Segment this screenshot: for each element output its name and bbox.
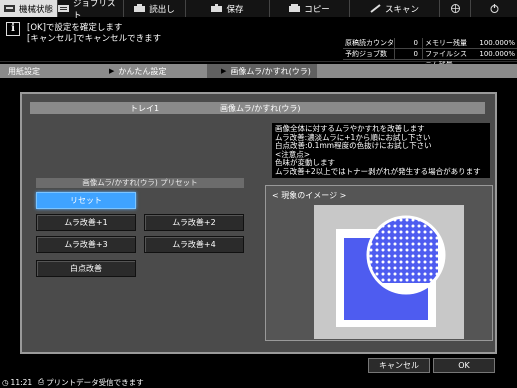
job-list-icon	[58, 4, 69, 13]
power-icon	[489, 4, 500, 13]
counter-row: 原稿読カウンター 0 メモリー残量 100.000%	[343, 37, 517, 58]
counter-value: 0	[395, 48, 423, 60]
mura-plus1-button[interactable]: ムラ改善+1	[36, 214, 136, 231]
status-text: プリントデータ受信できます	[46, 377, 144, 387]
recall-icon	[134, 4, 146, 13]
breadcrumb-label: 用紙設定	[8, 66, 40, 76]
page-title: 画像ムラ/かすれ(ウラ)	[220, 104, 301, 113]
counter-value: 100.000%	[479, 49, 515, 58]
counter-label: ファイルシステム残量	[425, 49, 467, 69]
tab-label: 機械状態	[18, 4, 53, 15]
machine-status-icon	[3, 4, 15, 13]
phenomenon-illustration	[314, 205, 464, 339]
description-line: ムラ改善+2以上ではトナー剥がれが発生する場合があります	[275, 166, 481, 176]
tab-label: 保存	[226, 4, 244, 15]
tab-recall[interactable]: 読出し	[124, 0, 186, 17]
tab-scan[interactable]: スキャン	[350, 0, 440, 17]
white-dot-button[interactable]: 白点改善	[36, 260, 136, 277]
tab-label: コピー	[304, 4, 330, 15]
panel-title-bar: トレイ1 画像ムラ/かすれ(ウラ)	[30, 102, 485, 114]
chevron-right-icon: ▶	[109, 67, 115, 75]
preset-title: 画像ムラ/かすれ(ウラ) プリセット	[36, 178, 244, 188]
counter-value: 100.000%	[479, 38, 515, 47]
tab-copy[interactable]: コピー	[270, 0, 350, 17]
tab-save[interactable]: 保存	[186, 0, 270, 17]
save-icon	[211, 4, 223, 13]
main-panel: トレイ1 画像ムラ/かすれ(ウラ) 画像全体に対するムラやかすれを改善します ム…	[20, 92, 497, 354]
breadcrumb-label: 画像ムラ/かすれ(ウラ)	[230, 66, 311, 76]
tab-label: スキャン	[384, 4, 419, 15]
phenomenon-image-box: < 現象のイメージ >	[265, 185, 493, 341]
chevron-right-icon: ▶	[221, 67, 227, 75]
breadcrumb-item[interactable]: 用紙設定	[0, 64, 95, 78]
info-icon: i	[6, 22, 20, 36]
mura-plus2-button[interactable]: ムラ改善+2	[144, 214, 244, 231]
tab-job-list[interactable]: ジョブリスト	[58, 0, 124, 21]
image-label: < 現象のイメージ >	[272, 191, 347, 200]
reset-button[interactable]: リセット	[36, 192, 136, 209]
counter-value: 0	[395, 37, 423, 49]
breadcrumb: 用紙設定 ▶ かんたん設定 ▶ 画像ムラ/かすれ(ウラ)	[0, 64, 517, 78]
breadcrumb-item-current: ▶ 画像ムラ/かすれ(ウラ)	[207, 64, 317, 78]
copy-icon	[289, 4, 301, 13]
counter-row: 予約ジョブ数 0 ファイルシステム残量 100.000%	[343, 48, 517, 69]
description-box: 画像全体に対するムラやかすれを改善します ムラ改善:濃淡ムラに+1から順にお試し…	[272, 123, 490, 178]
counter-label: 原稿読カウンター	[345, 37, 395, 58]
tray-label: トレイ1	[130, 104, 160, 113]
breadcrumb-item[interactable]: ▶ かんたん設定	[95, 64, 207, 78]
clock-icon: ◷	[2, 377, 9, 387]
top-tab-bar: 機械状態 ジョブリスト 読出し 保存 コピー スキャン	[0, 0, 517, 21]
counter-label: 予約ジョブ数	[343, 48, 395, 60]
ok-button[interactable]: OK	[433, 358, 495, 373]
clock-time: 11:21	[10, 377, 33, 387]
mura-plus3-button[interactable]: ムラ改善+3	[36, 236, 136, 253]
cancel-button[interactable]: キャンセル	[368, 358, 430, 373]
scan-icon	[370, 4, 381, 13]
tab-power[interactable]	[471, 0, 517, 17]
tab-language[interactable]	[440, 0, 471, 17]
tab-machine-status[interactable]: 機械状態	[0, 0, 58, 17]
message-area: i [OK]で設定を確定します [キャンセル]でキャンセルできます 原稿読カウン…	[0, 18, 517, 69]
status-bar: ◷ 11:21 ⎙ プリントデータ受信できます	[0, 376, 517, 388]
breadcrumb-label: かんたん設定	[118, 66, 167, 76]
tab-label: 読出し	[149, 4, 175, 15]
globe-icon	[450, 4, 461, 13]
mura-plus4-button[interactable]: ムラ改善+4	[144, 236, 244, 253]
printer-icon: ⎙	[38, 377, 45, 386]
counter-label: メモリー残量	[425, 38, 467, 47]
message-line-2: [キャンセル]でキャンセルできます	[27, 34, 162, 44]
counter-table: 原稿読カウンター 0 メモリー残量 100.000% 予約ジョブ数 0 ファイル…	[343, 37, 517, 69]
